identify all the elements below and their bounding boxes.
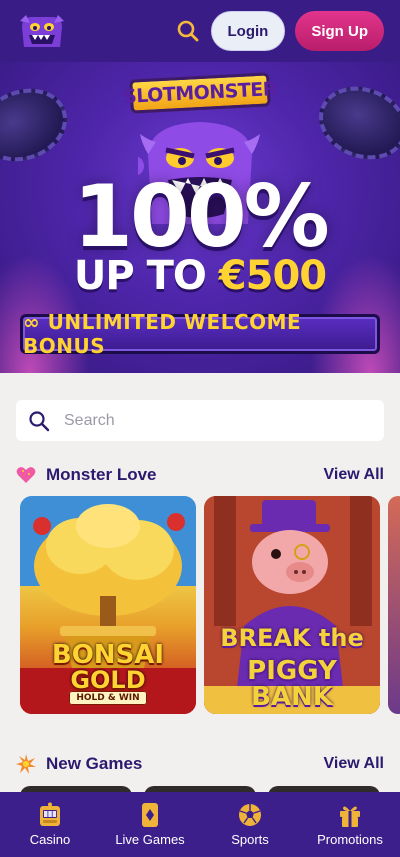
game-card-bonsai-gold[interactable]: BONSAI GOLD HOLD & WIN xyxy=(20,496,196,714)
game-card-break-the-piggy-bank[interactable]: BREAK the PIGGY BANK xyxy=(204,496,380,714)
login-button[interactable]: Login xyxy=(210,11,286,51)
nav-label: Sports xyxy=(231,832,269,847)
view-all-link[interactable]: View All xyxy=(324,466,384,484)
burst-icon xyxy=(16,754,36,774)
section-title: Monster Love xyxy=(46,465,157,484)
game-title-line1: BREAK the xyxy=(220,624,364,652)
signup-button[interactable]: Sign Up xyxy=(295,11,384,51)
nav-label: Casino xyxy=(29,832,71,847)
game-card-partial[interactable] xyxy=(388,496,400,714)
hero-brand-logo: SLOTMONSTER xyxy=(123,72,277,114)
soccer-ball-icon xyxy=(237,802,263,828)
playing-card-icon xyxy=(137,802,163,828)
casino-chip-icon xyxy=(308,74,400,172)
hero-subheadline: UP TO €500 xyxy=(0,256,400,296)
game-tag-wrap: HOLD & WIN xyxy=(20,691,196,705)
search-input[interactable]: Search xyxy=(16,400,384,441)
nav-sports[interactable]: Sports xyxy=(200,792,300,857)
search-placeholder: Search xyxy=(64,411,115,429)
section-title: New Games xyxy=(46,754,143,773)
hero-bonus-amount: €500 xyxy=(218,253,327,299)
heart-icon xyxy=(16,465,36,485)
hero-sub-prefix: UP TO xyxy=(73,253,219,299)
game-title-line2: PIGGY BANK xyxy=(247,656,337,712)
search-icon[interactable] xyxy=(175,18,201,44)
slot-machine-icon xyxy=(37,802,63,828)
search-icon xyxy=(28,410,50,432)
top-bar: Login Sign Up xyxy=(0,0,400,62)
game-title-line2: GOLD xyxy=(70,666,146,694)
game-title-line1: BONSAI xyxy=(51,640,165,670)
view-all-link[interactable]: View All xyxy=(324,755,384,773)
section-header-monster-love: Monster Love View All xyxy=(16,463,384,487)
slotmonster-logo[interactable] xyxy=(16,11,68,51)
nav-label: Live Games xyxy=(115,832,185,847)
casino-chip-icon xyxy=(0,76,78,174)
gift-icon xyxy=(337,802,363,828)
welcome-bonus-banner[interactable]: SLOTMONSTER 100% UP TO €500 ∞ UNLIMITED … xyxy=(0,62,400,373)
nav-promotions[interactable]: Promotions xyxy=(300,792,400,857)
nav-live-games[interactable]: Live Games xyxy=(100,792,200,857)
section-header-new-games: New Games View All xyxy=(16,752,384,776)
nav-casino[interactable]: Casino xyxy=(0,792,100,857)
hero-headline: 100% xyxy=(73,167,330,267)
game-tag: HOLD & WIN xyxy=(69,691,147,705)
nav-label: Promotions xyxy=(317,832,383,847)
bottom-navigation: Casino Live Games Sports Promotions xyxy=(0,792,400,857)
unlimited-bonus-label: ∞ UNLIMITED WELCOME BONUS xyxy=(20,310,380,358)
